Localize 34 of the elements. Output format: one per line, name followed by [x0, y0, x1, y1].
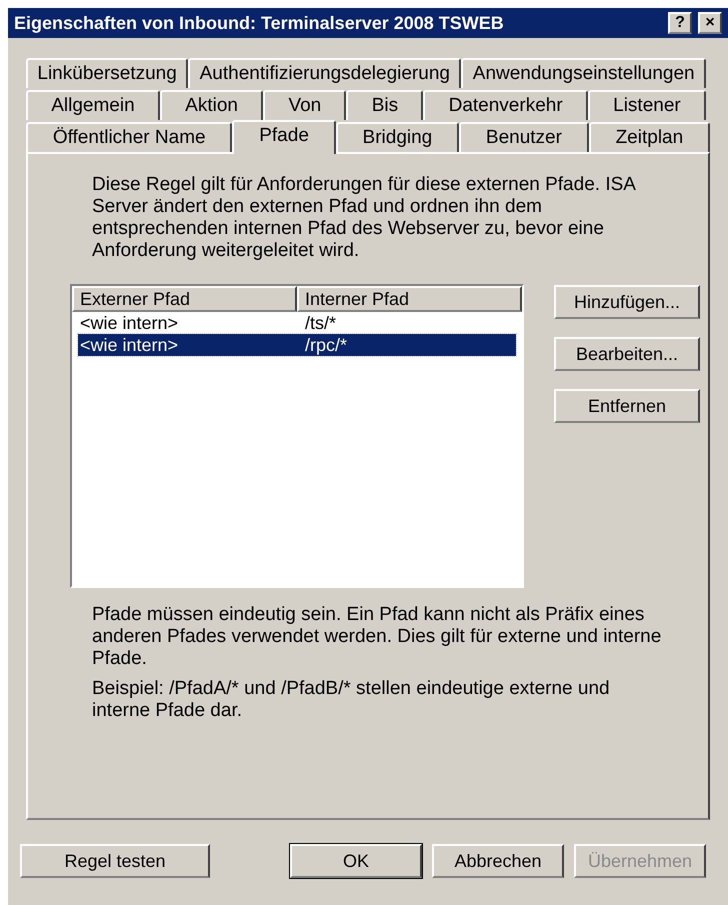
window-title: Eigenschaften von Inbound: Terminalserver 2008 TSWEB [14, 12, 505, 35]
list-action-button[interactable]: Bearbeiten... [554, 337, 700, 371]
note-text: Pfade müssen eindeutig sein. Ein Pfad kann nicht als Präfix eines anderen Pfades verwendet werden. Dies gilt für externe und interne Pfade. [92, 604, 662, 670]
list-action-button[interactable]: Hinzufügen... [554, 285, 700, 319]
tab[interactable]: Bis [346, 90, 424, 120]
column-header[interactable]: Externer Pfad [72, 286, 297, 312]
tab[interactable]: Pfade [232, 120, 336, 154]
dialog-button[interactable]: Abbrechen [432, 844, 564, 878]
tab[interactable]: Authentifizierungsdelegierung [188, 58, 462, 88]
list-row[interactable]: <wie intern> /ts/* [78, 312, 516, 334]
help-button[interactable]: ? [668, 12, 692, 34]
example-text: Beispiel: /PfadA/* und /PfadB/* stellen eindeutige externe und interne Pfade dar. [92, 678, 611, 722]
list-row[interactable]: <wie intern> /rpc/* [78, 334, 516, 356]
tab[interactable]: Bridging [336, 122, 460, 152]
list-cell-text: <wie intern> [79, 334, 180, 356]
tab[interactable]: Linkübersetzung [26, 58, 188, 88]
tab[interactable]: Aktion [160, 90, 264, 120]
tab[interactable]: Benutzer [459, 122, 589, 152]
tab[interactable]: Allgemein [26, 90, 160, 120]
dialog-button[interactable]: Regel testen [20, 844, 210, 878]
column-header[interactable]: Interner Pfad [297, 286, 522, 312]
tab[interactable]: Von [263, 90, 346, 120]
tab[interactable]: Anwendungseinstellungen [461, 58, 706, 88]
list-action-button[interactable]: Entfernen [554, 389, 700, 423]
tab[interactable]: Öffentlicher Name [26, 122, 232, 152]
tab[interactable]: Datenverkehr [423, 90, 588, 120]
list-cell-text: <wie intern> [79, 312, 180, 334]
list-cell-text: /rpc/* [304, 334, 348, 357]
description-text: Diese Regel gilt für Anforderungen für diese externen Pfade. ISA Server ändert den externen Pfad und ordnen ihn dem entsprechenden internen Pfad des Webserver zu, bevor eine Anforderung weitergeleitet wird. [92, 174, 636, 262]
tab[interactable]: Listener [588, 90, 706, 120]
close-button[interactable]: × [698, 12, 722, 34]
tab[interactable]: Zeitplan [588, 122, 710, 152]
list-cell-text: /ts/* [304, 312, 338, 334]
dialog-button[interactable]: OK [290, 844, 422, 878]
